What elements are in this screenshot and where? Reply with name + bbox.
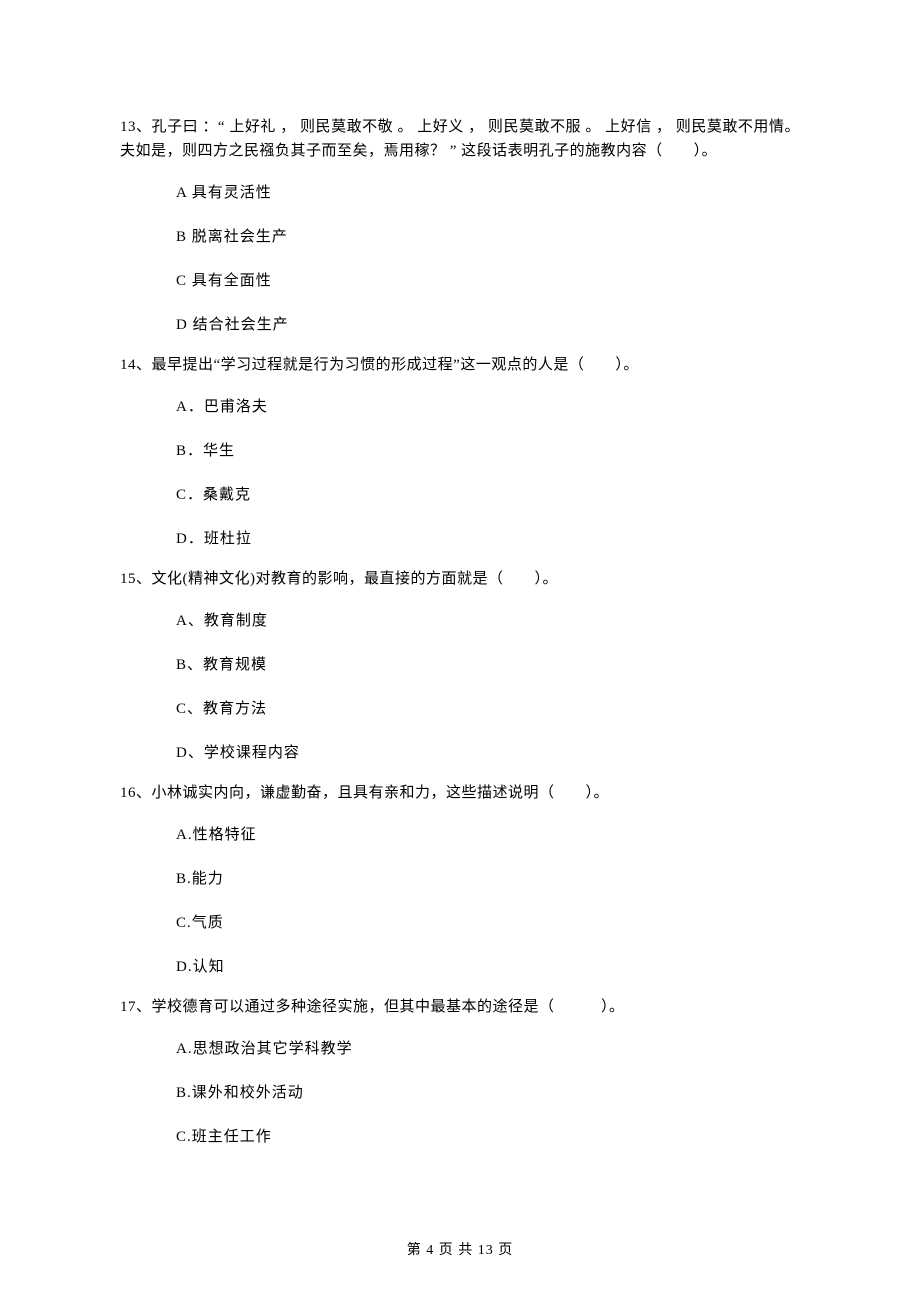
option-c: C.气质 (176, 911, 800, 935)
option-b: B.课外和校外活动 (176, 1081, 800, 1105)
option-c: C．桑戴克 (176, 483, 800, 507)
options-list: A.性格特征 B.能力 C.气质 D.认知 (120, 823, 800, 979)
question-17: 17、学校德育可以通过多种途径实施，但其中最基本的途径是（ ）。 A.思想政治其… (120, 995, 800, 1149)
option-c: C 具有全面性 (176, 269, 800, 293)
option-b: B．华生 (176, 439, 800, 463)
question-16: 16、小林诚实内向，谦虚勤奋，且具有亲和力，这些描述说明（ ）。 A.性格特征 … (120, 781, 800, 979)
option-b: B.能力 (176, 867, 800, 891)
option-a: A.性格特征 (176, 823, 800, 847)
options-list: A、教育制度 B、教育规模 C、教育方法 D、学校课程内容 (120, 609, 800, 765)
question-text: 13、孔子曰 ：“ 上好礼 ， 则民莫敢不敬 。 上好义 ， 则民莫敢不服 。 … (120, 115, 800, 163)
question-13: 13、孔子曰 ：“ 上好礼 ， 则民莫敢不敬 。 上好义 ， 则民莫敢不服 。 … (120, 115, 800, 337)
question-14: 14、最早提出“学习过程就是行为习惯的形成过程”这一观点的人是（ ）。 A．巴甫… (120, 353, 800, 551)
question-text: 15、文化(精神文化)对教育的影响，最直接的方面就是（ ）。 (120, 567, 800, 591)
options-list: A.思想政治其它学科教学 B.课外和校外活动 C.班主任工作 (120, 1037, 800, 1149)
option-b: B 脱离社会生产 (176, 225, 800, 249)
question-text: 17、学校德育可以通过多种途径实施，但其中最基本的途径是（ ）。 (120, 995, 800, 1019)
options-list: A 具有灵活性 B 脱离社会生产 C 具有全面性 D 结合社会生产 (120, 181, 800, 337)
option-a: A．巴甫洛夫 (176, 395, 800, 419)
option-d: D、学校课程内容 (176, 741, 800, 765)
option-a: A、教育制度 (176, 609, 800, 633)
option-d: D 结合社会生产 (176, 313, 800, 337)
option-b: B、教育规模 (176, 653, 800, 677)
options-list: A．巴甫洛夫 B．华生 C．桑戴克 D．班杜拉 (120, 395, 800, 551)
option-a: A.思想政治其它学科教学 (176, 1037, 800, 1061)
question-text: 16、小林诚实内向，谦虚勤奋，且具有亲和力，这些描述说明（ ）。 (120, 781, 800, 805)
document-page: 13、孔子曰 ：“ 上好礼 ， 则民莫敢不敬 。 上好义 ， 则民莫敢不服 。 … (0, 0, 920, 1302)
option-d: D．班杜拉 (176, 527, 800, 551)
question-15: 15、文化(精神文化)对教育的影响，最直接的方面就是（ ）。 A、教育制度 B、… (120, 567, 800, 765)
page-footer: 第 4 页 共 13 页 (0, 1240, 920, 1262)
option-c: C、教育方法 (176, 697, 800, 721)
option-a: A 具有灵活性 (176, 181, 800, 205)
option-c: C.班主任工作 (176, 1125, 800, 1149)
question-text: 14、最早提出“学习过程就是行为习惯的形成过程”这一观点的人是（ ）。 (120, 353, 800, 377)
option-d: D.认知 (176, 955, 800, 979)
